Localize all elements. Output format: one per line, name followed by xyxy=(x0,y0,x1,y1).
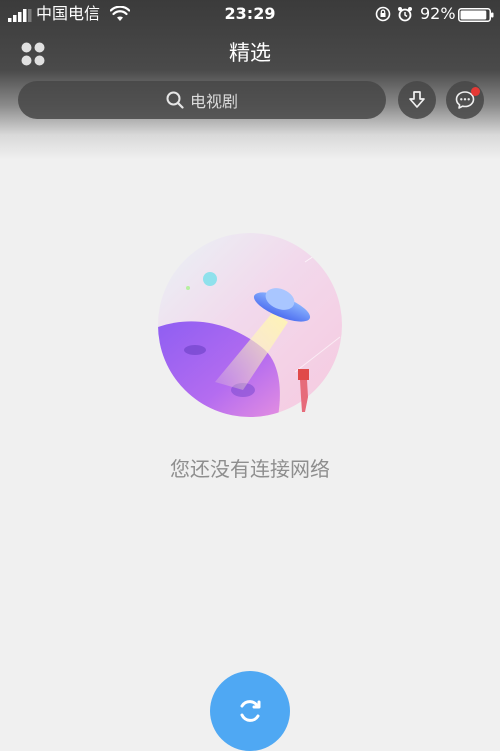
battery-icon xyxy=(458,8,494,22)
search-bar[interactable]: 电视剧 xyxy=(18,81,386,119)
download-icon xyxy=(409,91,425,108)
ufo-planet-illustration xyxy=(158,233,342,417)
search-icon xyxy=(166,91,184,109)
rotation-lock-icon xyxy=(375,6,391,22)
page-title: 精选 xyxy=(229,41,271,65)
refresh-icon xyxy=(240,700,261,722)
download-button[interactable] xyxy=(398,81,436,119)
search-placeholder: 电视剧 xyxy=(189,92,238,111)
status-bar: 中国电信 23:29 92% xyxy=(0,0,500,30)
alarm-icon xyxy=(398,7,412,22)
message-button[interactable] xyxy=(446,81,484,119)
refresh-button[interactable] xyxy=(210,671,290,751)
empty-state-message: 您还没有连接网络 xyxy=(170,457,330,481)
notification-dot xyxy=(471,87,480,96)
battery-percent: 92% xyxy=(420,4,456,23)
